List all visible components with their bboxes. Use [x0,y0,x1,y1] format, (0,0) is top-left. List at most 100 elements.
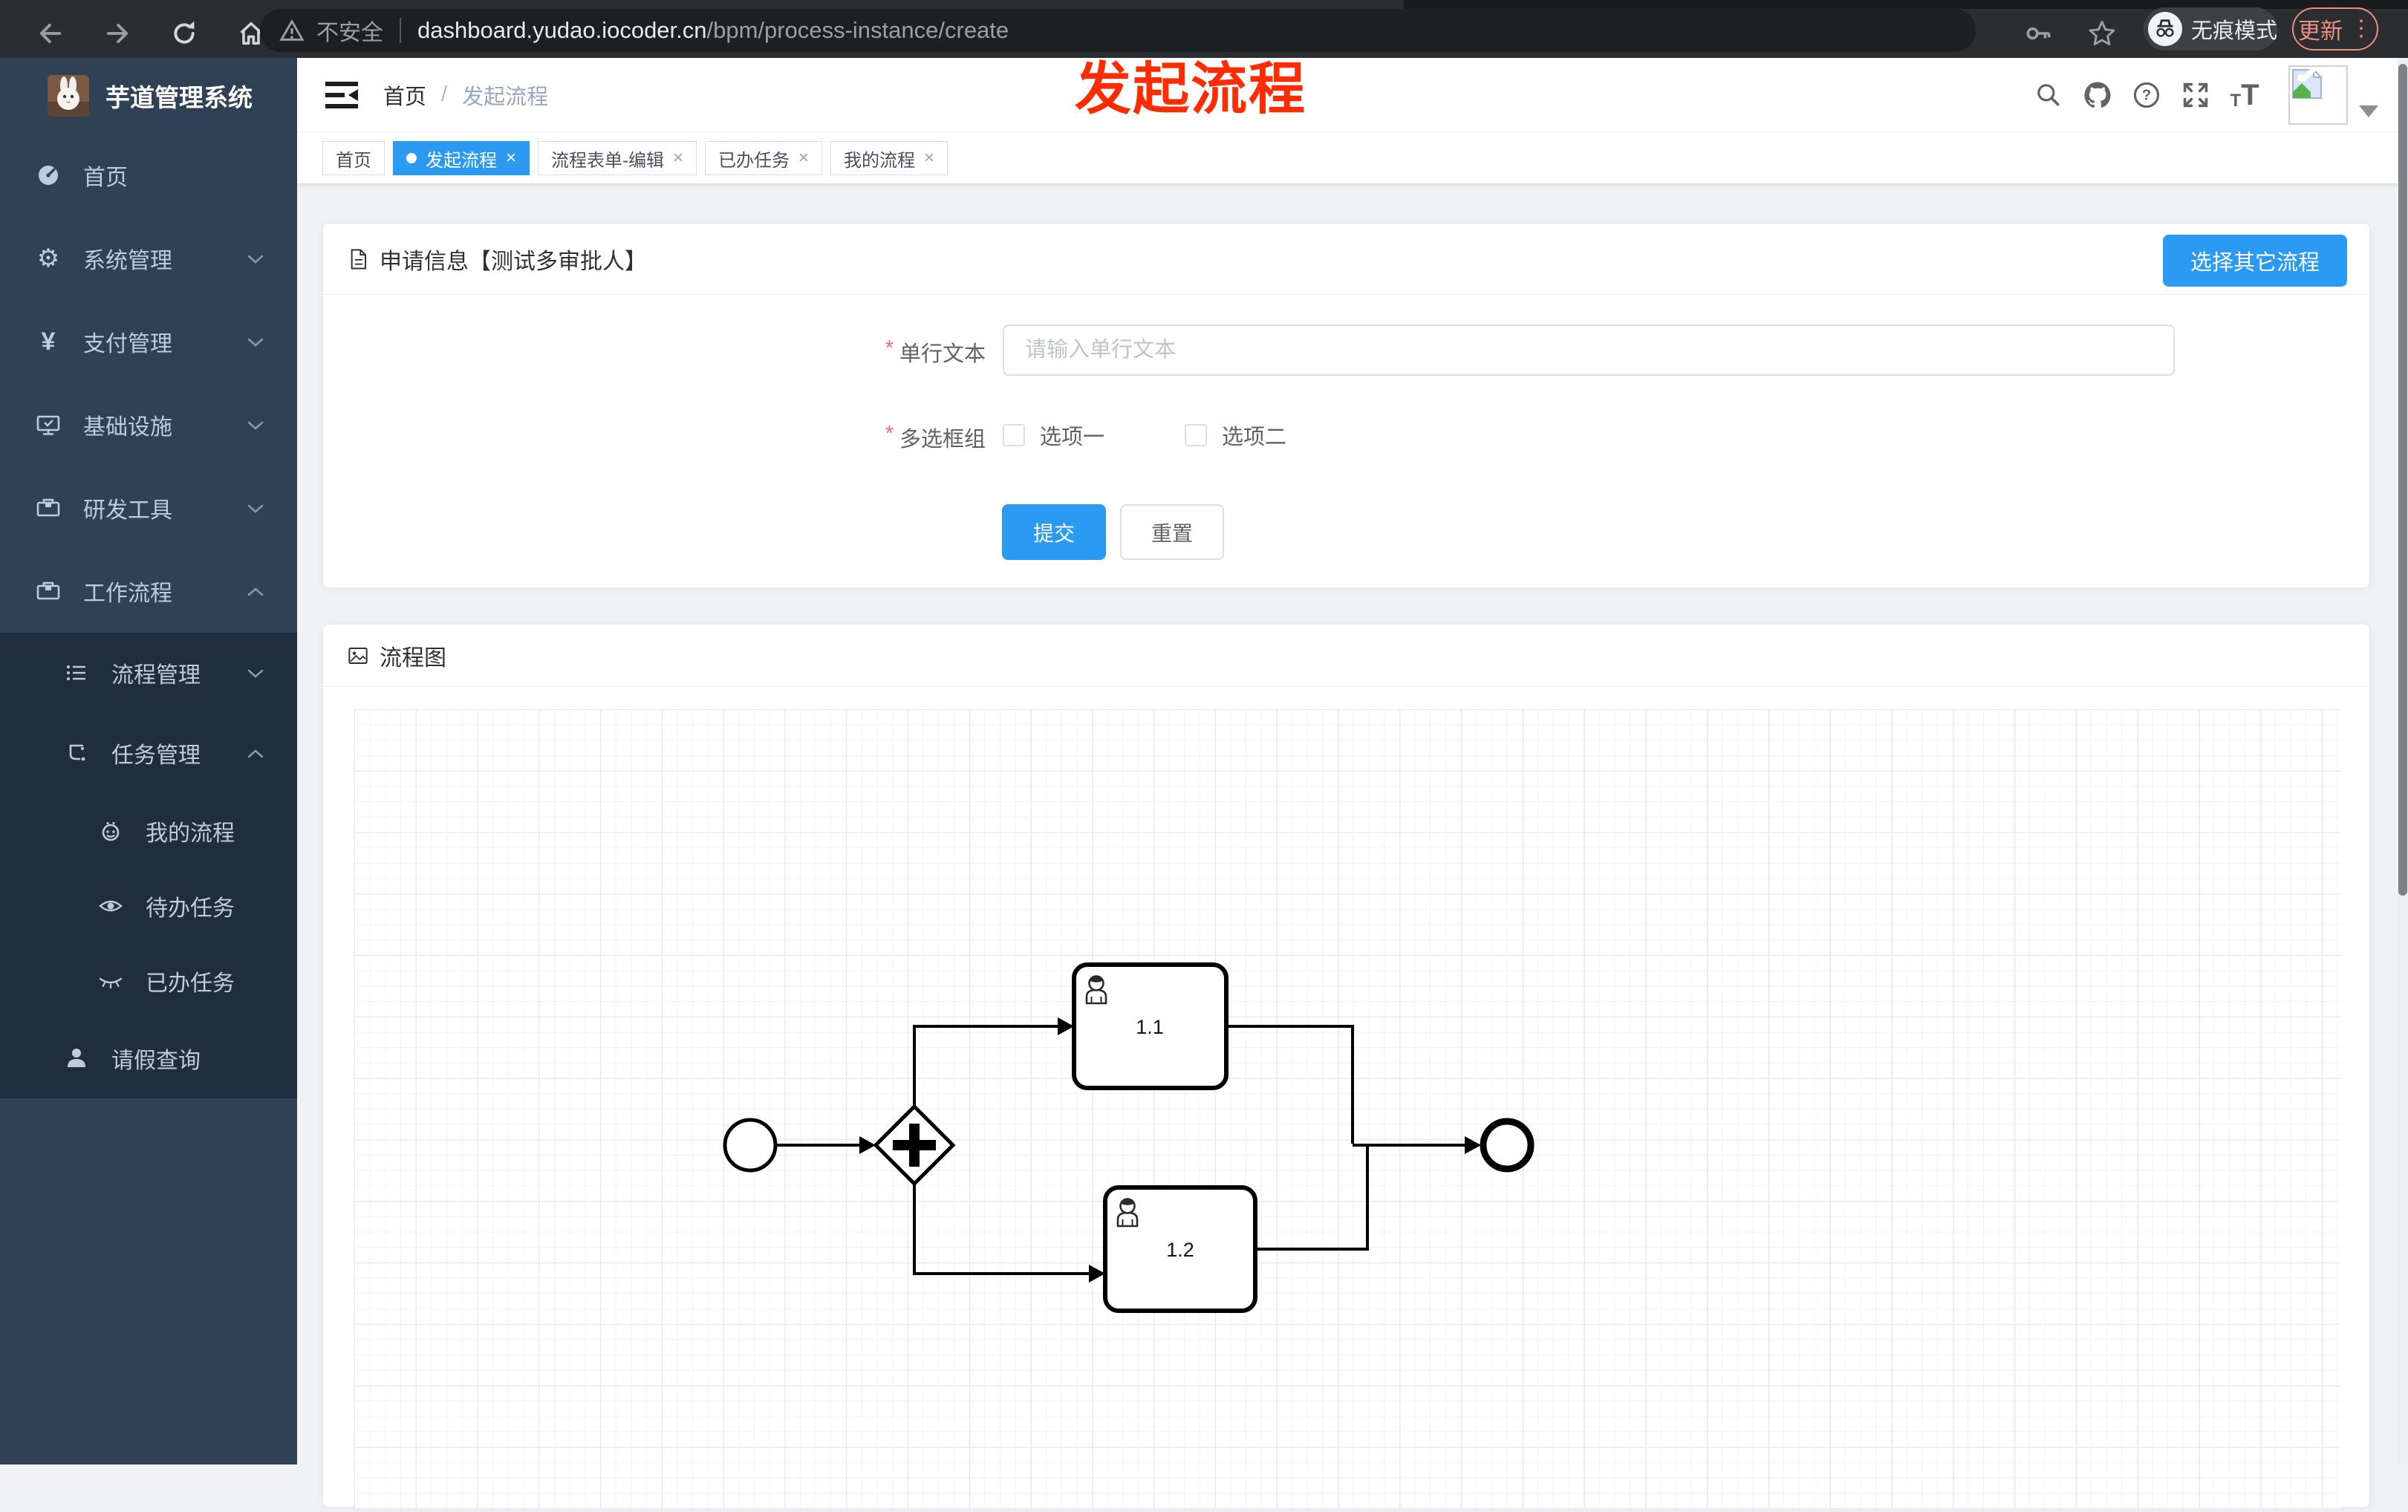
sidebar-item-label: 首页 [83,166,128,190]
tab-form-edit[interactable]: 流程表单-编辑 × [538,141,697,175]
reload-icon [174,21,195,44]
sidebar-item-label: 系统管理 [83,249,172,273]
avatar-dropdown-caret-icon[interactable] [2359,105,2378,117]
tab-label: 我的流程 [844,150,916,171]
apply-card-header: 申请信息【测试多审批人】 选择其它流程 [323,224,2369,295]
toolbox-icon [34,578,62,605]
bpmn-user-task-1-2[interactable]: 1.2 [1103,1185,1257,1313]
sidebar-item-leave-query[interactable]: 请假查询 [0,1018,297,1098]
reset-button[interactable]: 重置 [1120,504,1224,560]
browser-forward-button[interactable] [89,9,146,58]
browser-update-button[interactable]: 更新 ⋮ [2292,7,2378,50]
app-logo-image [48,75,89,117]
search-icon [2037,83,2060,105]
list-icon [62,659,91,686]
tab-home[interactable]: 首页 [322,141,385,175]
tags-view-bar: 首页 发起流程 × 流程表单-编辑 × 已办任务 × 我的流程 × [297,132,2408,184]
tab-start-process[interactable]: 发起流程 × [393,141,530,175]
header-help-button[interactable]: ? [2126,58,2167,131]
tab-close-icon[interactable]: × [506,148,516,169]
flow-icon [62,740,91,766]
incognito-badge: 无痕模式 [2144,7,2277,50]
header-fullscreen-button[interactable] [2175,58,2216,131]
bpmn-parallel-gateway[interactable] [873,1104,956,1187]
bookmark-button[interactable] [2074,9,2130,58]
url-host: dashboard.yudao.iocoder.cn [417,17,707,43]
sidebar-submenu-workflow: 流程管理 任务管理 我的流程 待办任务 已办任务 请假查询 [0,633,297,1098]
header-github-button[interactable] [2077,58,2118,131]
bpmn-diagram: 1.1 1.2 [723,962,1535,1313]
checkbox-option-2[interactable] [1185,424,1208,446]
tab-close-icon[interactable]: × [924,148,934,169]
header-search-button[interactable] [2028,58,2069,131]
browser-menu-icon: ⋮ [2350,16,2372,41]
star-icon [2089,21,2115,46]
sidebar-item-dev-tools[interactable]: 研发工具 [0,466,297,550]
sidebar-item-done-tasks[interactable]: 已办任务 [0,943,297,1018]
gear-icon: ⚙ [36,244,60,273]
sidebar: 芋道管理系统 首页 ⚙ 系统管理 ¥ 支付管理 基础设施 研发工具 工作流程 流… [0,58,297,1464]
chevron-down-icon [247,495,264,521]
sidebar-item-label: 请假查询 [111,1049,201,1073]
chevron-up-icon [247,740,264,766]
password-manager-button[interactable] [2010,9,2066,58]
browser-back-button[interactable] [22,9,79,58]
dashboard-icon [34,162,62,189]
bpmn-user-task-1-1[interactable]: 1.1 [1072,962,1229,1090]
sidebar-item-label: 研发工具 [83,498,172,523]
sidebar-item-process-management[interactable]: 流程管理 [0,633,297,713]
checkbox-option-2-label[interactable]: 选项二 [1222,420,1286,451]
back-icon [39,23,62,43]
choose-other-process-button[interactable]: 选择其它流程 [2163,235,2347,287]
url-divider [400,18,401,43]
sidebar-item-home[interactable]: 首页 [0,134,297,217]
page-scrollbar[interactable] [2398,58,2408,1464]
chevron-down-icon [247,329,264,354]
sidebar-item-todo-tasks[interactable]: 待办任务 [0,868,297,943]
field-label: 单行文本 [899,342,986,366]
single-line-text-input[interactable] [1003,325,2175,376]
url-path: /bpm/process-instance/create [706,17,1009,43]
sidebar-item-my-processes[interactable]: 我的流程 [0,793,297,868]
scrollbar-thumb[interactable] [2398,64,2407,896]
sidebar-item-payment[interactable]: ¥ 支付管理 [0,300,297,383]
field-label-checkbox-group: * 多选框组 [791,422,986,453]
sidebar-item-label: 工作流程 [83,581,172,606]
tab-my-processes[interactable]: 我的流程 × [830,141,948,175]
task-label: 1.1 [1136,1016,1164,1038]
sidebar-item-label: 待办任务 [146,896,235,921]
forward-icon [106,23,128,43]
sidebar-collapse-button[interactable] [324,79,359,111]
bpmn-start-event[interactable] [723,1118,778,1173]
submit-button[interactable]: 提交 [1002,504,1106,560]
sidebar-item-system[interactable]: ⚙ 系统管理 [0,217,297,300]
sidebar-item-label: 任务管理 [111,743,201,768]
sidebar-item-workflow[interactable]: 工作流程 [0,550,297,633]
edge-gateway-task2 [913,1184,1089,1275]
app-header: 首页 / 发起流程 ? TT [297,58,2408,132]
flow-card-title: 流程图 [380,645,446,671]
user-avatar[interactable] [2288,65,2348,125]
header-font-size-button[interactable]: TT [2224,58,2265,131]
sidebar-item-label: 已办任务 [146,971,235,996]
github-icon [2084,82,2111,108]
yen-icon: ¥ [41,327,56,356]
help-icon: ? [2133,82,2160,108]
tab-close-icon[interactable]: × [798,148,809,169]
svg-text:?: ? [2142,87,2151,103]
browser-reload-button[interactable] [156,9,212,58]
checkbox-option-1[interactable] [1003,424,1025,446]
sidebar-item-infrastructure[interactable]: 基础设施 [0,383,297,466]
task-label: 1.2 [1166,1239,1194,1261]
breadcrumb-home[interactable]: 首页 [383,79,426,111]
breadcrumb-current: 发起流程 [462,85,549,109]
bpmn-end-event[interactable] [1480,1118,1535,1173]
tab-done-tasks[interactable]: 已办任务 × [705,141,823,175]
checkbox-option-1-label[interactable]: 选项一 [1040,420,1104,451]
sidebar-item-task-management[interactable]: 任务管理 [0,713,297,793]
field-label: 多选框组 [899,428,986,452]
annotation-text: 发起流程 [1075,58,1306,121]
tab-close-icon[interactable]: × [673,148,683,169]
bpmn-canvas[interactable]: 1.1 1.2 [354,709,2340,1508]
active-tab-dot [406,153,417,163]
